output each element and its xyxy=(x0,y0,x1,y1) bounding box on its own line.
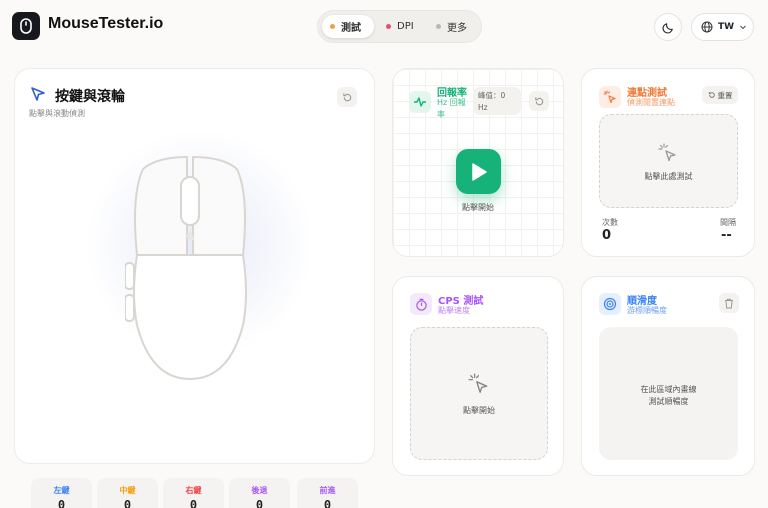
card-subtitle: Hz 回報率 xyxy=(437,98,466,119)
zone-text: 點擊此處測試 xyxy=(644,172,693,181)
tab-dot xyxy=(386,24,391,29)
counter-label: 前進 xyxy=(319,486,336,495)
counter-middle: 中鍵 0 xyxy=(97,478,158,508)
card-subtitle: 點擊速度 xyxy=(438,306,470,315)
buttons-card: 按鍵與滾輪 點擊與滾動偵測 左鍵 0 中鍵 0 右鍵 0 後退 0 前進 0 xyxy=(14,68,375,508)
language-selector[interactable]: TW xyxy=(691,13,754,41)
tab-label: 測試 xyxy=(341,23,361,34)
counter-back: 後退 0 xyxy=(229,478,290,508)
counter-value: 0 xyxy=(189,498,198,508)
back-button xyxy=(125,262,135,290)
counter-label: 中鍵 xyxy=(119,486,136,495)
refresh-icon xyxy=(534,96,543,105)
mouse-diagram xyxy=(125,155,247,381)
tab-dpi[interactable]: DPI xyxy=(378,15,424,38)
tab-dot xyxy=(436,24,441,29)
language-label: TW xyxy=(718,22,735,32)
tab-more[interactable]: 更多 xyxy=(428,15,478,38)
app-title[interactable]: MouseTester.io xyxy=(48,15,163,33)
card-subtitle: 游標順暢度 xyxy=(627,306,667,315)
counter-label: 後退 xyxy=(251,486,268,495)
counter-value: 0 xyxy=(57,498,66,508)
refresh-icon xyxy=(342,92,351,101)
peak-badge: 峰值：0 Hz xyxy=(473,87,521,115)
clear-button[interactable] xyxy=(719,293,739,313)
smoothness-icon-chip xyxy=(599,293,621,315)
cps-icon-chip xyxy=(410,293,432,315)
play-icon xyxy=(471,162,487,181)
double-click-card: 連點測試 偵測閒置連點 重置 點擊此處測試 次數 0 間隔 -- xyxy=(581,68,755,257)
chevron-down-icon xyxy=(740,25,746,30)
card-subtitle: 偵測閒置連點 xyxy=(627,98,675,107)
draw-zone[interactable]: 在此區域內畫線 測試順暢度 xyxy=(599,327,738,460)
smoothness-card: 順滑度 游標順暢度 在此區域內畫線 測試順暢度 xyxy=(581,276,755,476)
tab-label: DPI xyxy=(397,21,414,32)
zone-text-line2: 測試順暢度 xyxy=(648,397,689,406)
reset-button[interactable] xyxy=(529,91,549,111)
polling-rate-card: 回報率 Hz 回報率 峰值：0 Hz 點擊開始 xyxy=(392,68,564,257)
mouse-body xyxy=(133,254,247,381)
moon-icon xyxy=(661,22,673,34)
cps-click-zone[interactable]: 點擊開始 xyxy=(410,327,548,460)
refresh-icon xyxy=(708,92,715,98)
trash-icon xyxy=(725,298,733,308)
reset-button[interactable] xyxy=(337,87,357,107)
cursor-icon xyxy=(31,87,45,101)
theme-toggle-button[interactable] xyxy=(654,13,682,41)
stopwatch-icon xyxy=(415,298,427,311)
play-button[interactable] xyxy=(456,149,501,194)
pulse-icon xyxy=(414,97,426,107)
card-title: 按鍵與滾輪 xyxy=(55,89,125,105)
counter-label: 右鍵 xyxy=(185,486,202,495)
double-click-zone[interactable]: 點擊此處測試 xyxy=(599,114,738,208)
reset-button[interactable]: 重置 xyxy=(702,86,738,104)
counter-right: 右鍵 0 xyxy=(163,478,224,508)
interval-value: -- xyxy=(721,228,732,243)
counter-value: 0 xyxy=(123,498,132,508)
counter-value: 0 xyxy=(323,498,332,508)
scroll-wheel xyxy=(180,176,200,226)
counter-value: 0 xyxy=(255,498,264,508)
tap-cursor-icon xyxy=(468,373,488,393)
tab-label: 更多 xyxy=(447,23,467,34)
globe-icon xyxy=(701,21,713,33)
target-icon xyxy=(603,297,617,311)
tap-cursor-icon xyxy=(658,143,676,162)
cps-card: CPS 測試 點擊速度 點擊開始 xyxy=(392,276,564,476)
right-button xyxy=(192,155,246,256)
count-value: 0 xyxy=(602,228,612,243)
tab-test[interactable]: 測試 xyxy=(322,15,374,38)
counter-forward: 前進 0 xyxy=(297,478,358,508)
left-button xyxy=(134,155,188,256)
interval-label: 間隔 xyxy=(720,218,736,227)
forward-button xyxy=(125,294,135,322)
click-icon xyxy=(603,90,616,104)
start-label: 點擊開始 xyxy=(462,203,494,212)
zone-text: 點擊開始 xyxy=(463,406,495,415)
tab-dot xyxy=(330,24,335,29)
count-label: 次數 xyxy=(602,218,618,227)
mouse-logo-icon xyxy=(20,18,32,34)
counter-label: 左鍵 xyxy=(53,486,70,495)
polling-icon-chip xyxy=(409,91,431,113)
app-logo[interactable] xyxy=(12,12,40,40)
main-nav: 測試 DPI 更多 xyxy=(317,10,482,43)
counter-left: 左鍵 0 xyxy=(31,478,92,508)
card-subtitle: 點擊與滾動偵測 xyxy=(29,109,85,118)
zone-text-line1: 在此區域內畫線 xyxy=(640,385,697,394)
double-click-icon-chip xyxy=(599,86,621,108)
reset-label: 重置 xyxy=(717,90,733,100)
